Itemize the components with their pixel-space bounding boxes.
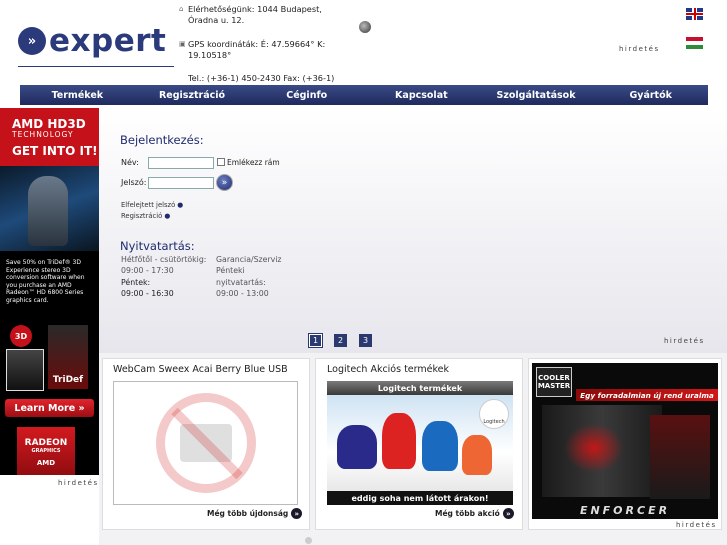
enforcer-text: ENFORCER — [579, 503, 671, 517]
amd-banner-header: AMD HD3D TECHNOLOGY GET INTO IT! — [0, 108, 99, 166]
tridef-box: TriDef — [48, 325, 88, 389]
logo-underline — [18, 66, 174, 67]
pager-page-2[interactable]: 2 — [334, 334, 347, 347]
pc-case-side — [650, 415, 710, 499]
hours-col-1: Hétfőtől - csütörtökig: 09:00 - 17:30 Pé… — [121, 254, 206, 299]
radeon-logo: RADEON GRAPHICS AMD — [17, 427, 75, 475]
hours-col-2: Garancia/Szerviz Pénteki nyitvatartás: 0… — [216, 254, 282, 299]
hours-row: 09:00 - 17:30 — [121, 266, 174, 276]
ad-label-left: hirdetés — [58, 479, 99, 487]
site-logo[interactable]: » expert — [18, 24, 178, 58]
tridef-logo-icon: 3D — [10, 325, 32, 347]
logitech-promo-image[interactable]: Logitech termékek Logitech eddig soha ne… — [327, 381, 513, 505]
password-input[interactable] — [148, 177, 214, 189]
hours-row: nyitvatartás: — [216, 277, 266, 287]
register-link[interactable]: Regisztráció ● — [121, 212, 170, 220]
scroll-indicator — [305, 537, 312, 544]
bullet-icon: ● — [177, 201, 184, 209]
red-glow — [564, 423, 624, 473]
logitech-logo: Logitech — [479, 399, 509, 429]
logitech-title[interactable]: Logitech Akciós termékek — [327, 364, 449, 375]
logo-arrow-icon: » — [18, 27, 46, 55]
login-submit-button[interactable]: » — [216, 174, 233, 191]
amd-banner-ad[interactable]: AMD HD3D TECHNOLOGY GET INTO IT! Save 50… — [0, 108, 99, 475]
no-image-placeholder[interactable] — [113, 381, 298, 505]
hungarian-flag-icon[interactable] — [686, 37, 703, 49]
contact-info: ⌂ Elérhetőségünk: 1044 Budapest, Óradna u… — [179, 4, 351, 95]
nav-item-gyartok[interactable]: Gyártók — [593, 85, 708, 105]
hours-row: Hétfőtől - csütörtökig: — [121, 255, 207, 264]
main-nav: Termékek Regisztráció Céginfo Kapcsolat … — [20, 85, 708, 105]
arrow-right-icon: » — [502, 508, 514, 519]
logo-text: expert — [49, 22, 167, 59]
hours-row: Péntek: — [121, 277, 151, 287]
gps-icon: ▣ — [179, 40, 186, 48]
amd-banner-image — [0, 166, 99, 251]
jumping-person — [337, 425, 377, 469]
cm-logo-1: COOLER — [538, 374, 570, 382]
globe-icon[interactable] — [359, 21, 371, 33]
graphics-card-image — [6, 349, 44, 391]
arrow-right-icon: » — [291, 508, 303, 519]
logitech-head: Logitech termékek — [327, 381, 513, 395]
hours-row: Garancia/Szerviz — [216, 255, 282, 264]
webcam-title[interactable]: WebCam Sweex Acai Berry Blue USB — [113, 364, 288, 375]
ad-label-top: hirdetés — [619, 45, 660, 53]
coolermaster-ad[interactable]: COOLER MASTER Egy forradalmian új rend u… — [532, 363, 718, 519]
jumping-person — [382, 413, 416, 469]
ad-label-bottom: hirdetés — [676, 521, 717, 529]
nav-item-termekek[interactable]: Termékek — [20, 85, 135, 105]
hours-row: Pénteki — [216, 266, 245, 276]
coolermaster-slogan: Egy forradalmian új rend uralma — [576, 389, 718, 401]
no-camera-icon — [155, 393, 256, 493]
radeon-sub: GRAPHICS — [31, 447, 61, 454]
pager-page-3[interactable]: 3 — [359, 334, 372, 347]
page: { "header": { "logo_text": "expert", "lo… — [0, 0, 727, 545]
forgot-password-link[interactable]: Elfelejtett jelszó ● — [121, 201, 183, 209]
amd-banner-text: Save 50% on TriDef® 3D Experience stereo… — [6, 259, 85, 304]
pager-page-1[interactable]: 1 — [308, 333, 323, 348]
cm-logo-2: MASTER — [537, 382, 571, 390]
amd-brand: AMD HD3D — [12, 117, 86, 131]
forgot-password-text: Elfelejtett jelszó — [121, 201, 176, 209]
address-text: Elérhetőségünk: 1044 Budapest, Óradna u.… — [188, 4, 322, 25]
tridef-product: 3D TriDef — [0, 319, 99, 395]
amd-slogan: GET INTO IT! — [12, 144, 98, 158]
password-label: Jelszó: — [121, 178, 147, 187]
remember-checkbox[interactable] — [217, 158, 225, 166]
more-news-link[interactable]: Még több újdonság» — [207, 508, 303, 519]
nav-item-szolgaltatasok[interactable]: Szolgáltatások — [479, 85, 594, 105]
remember-label: Emlékezz rám — [227, 158, 280, 167]
learn-more-button[interactable]: Learn More » — [5, 399, 94, 417]
nav-item-regisztracio[interactable]: Regisztráció — [135, 85, 250, 105]
nav-item-ceginfo[interactable]: Céginfo — [249, 85, 364, 105]
more-news-text: Még több újdonság — [207, 509, 289, 518]
jumping-person — [422, 421, 458, 471]
radeon-text: RADEON — [24, 437, 68, 448]
amd-text: AMD — [36, 458, 56, 467]
opening-hours-title: Nyitvatartás: — [120, 239, 195, 253]
gps-text: GPS koordináták: É: 47.59664° K: 19.1051… — [188, 39, 326, 60]
soldier-figure — [28, 176, 68, 246]
more-deals-link[interactable]: Még több akció» — [435, 508, 514, 519]
hours-row: 09:00 - 13:00 — [216, 288, 269, 298]
ad-label-mid: hirdetés — [664, 337, 705, 345]
logitech-foot: eddig soha nem látott árakon! — [327, 491, 513, 505]
register-text: Regisztráció — [121, 212, 163, 220]
jumping-person — [462, 435, 492, 475]
home-icon: ⌂ — [179, 5, 184, 13]
login-title: Bejelentkezés: — [120, 133, 204, 147]
more-deals-text: Még több akció — [435, 509, 500, 518]
nav-item-kapcsolat[interactable]: Kapcsolat — [364, 85, 479, 105]
coolermaster-logo: COOLER MASTER — [536, 367, 572, 397]
bullet-icon: ● — [164, 212, 171, 220]
amd-tech: TECHNOLOGY — [12, 130, 74, 139]
name-label: Név: — [121, 158, 139, 167]
username-input[interactable] — [148, 157, 214, 169]
english-flag-icon[interactable] — [686, 8, 703, 20]
hours-row: 09:00 - 16:30 — [121, 288, 174, 298]
